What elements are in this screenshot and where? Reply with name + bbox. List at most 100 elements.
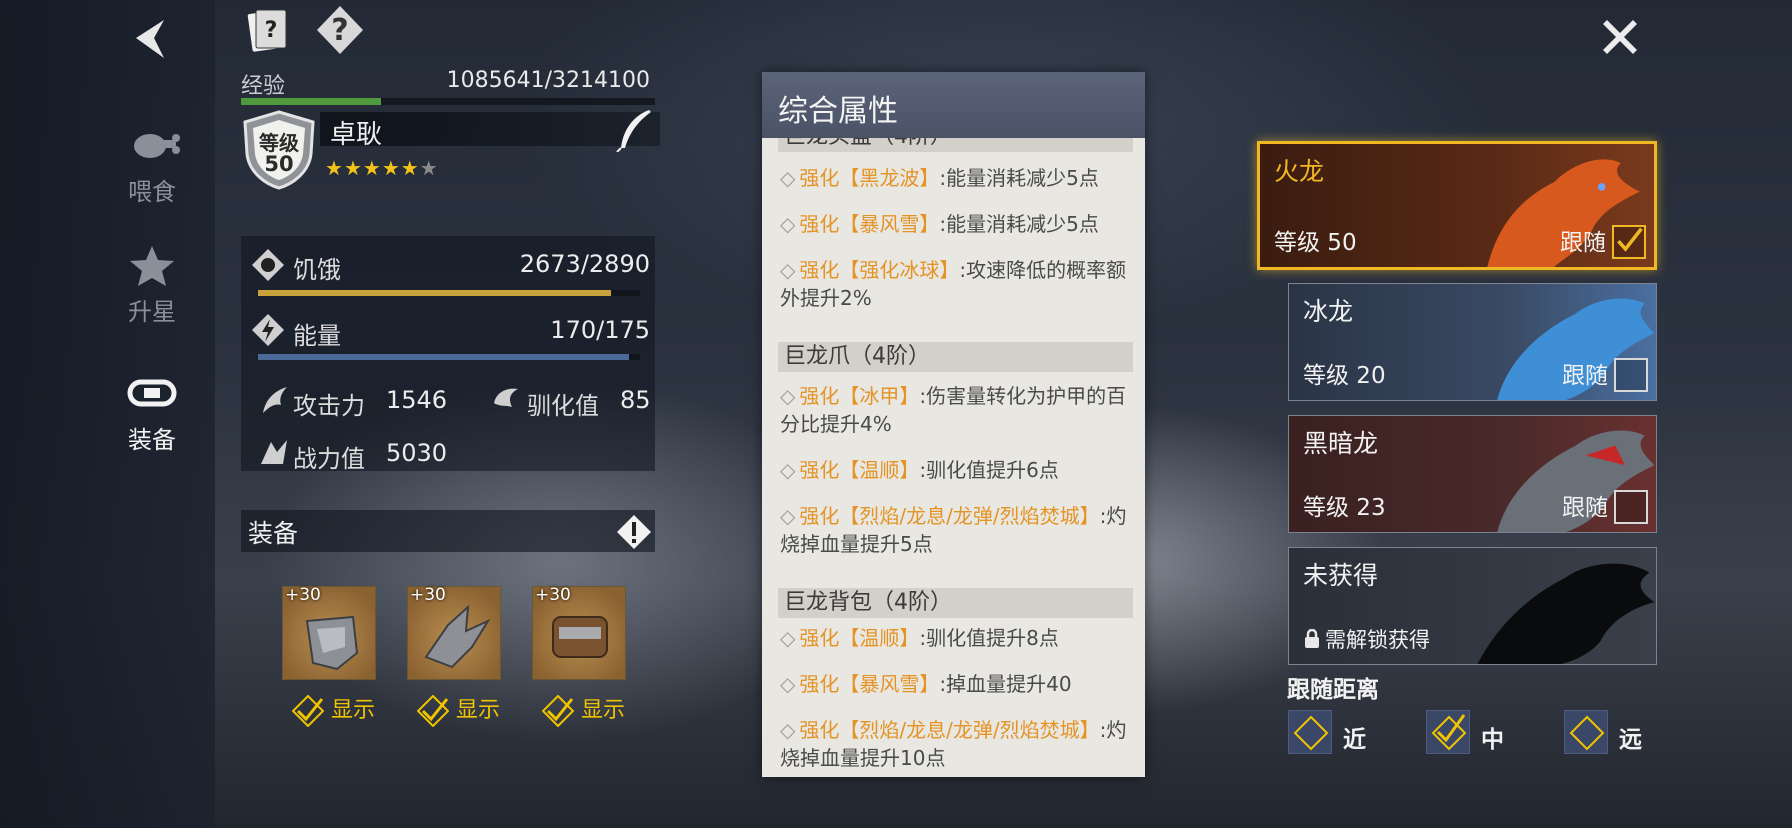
diamond-checkbox-icon: [1293, 715, 1329, 751]
exp-bar: [241, 98, 655, 105]
attack-value: 1546: [386, 386, 448, 414]
attr-entry: ◇ 强化【暴风雪】:掉血量提升40: [780, 672, 1072, 696]
distance-mid-label: 中: [1481, 727, 1504, 753]
follow-checkbox[interactable]: [1614, 490, 1648, 524]
close-icon[interactable]: [1597, 14, 1643, 60]
attr-entry: ◇ 强化【冰甲】:伤害量转化为护甲的百分比提升4%: [780, 384, 1127, 436]
level-badge: 等级 50: [241, 110, 317, 190]
attribute-panel-header: 综合属性: [762, 72, 1145, 138]
star-filled-icon: ★: [381, 156, 401, 180]
attr-entry: ◇ 强化【温顺】:驯化值提升8点: [780, 626, 1059, 650]
attr-entry: ◇ 强化【烈焰/龙息/龙弹/烈焰焚城】:灼烧掉血量提升10点: [780, 718, 1127, 770]
dragon-name: 冰龙: [1303, 297, 1354, 326]
exp-label: 经验: [241, 74, 286, 99]
section-header-helmet: 巨龙头盔（4阶）: [778, 138, 1133, 152]
attr-entry: ◇ 强化【黑龙波】:能量消耗减少5点: [780, 166, 1099, 190]
hunger-label: 饥饿: [293, 256, 341, 284]
energy-bar: [258, 354, 640, 360]
check-icon: [417, 695, 449, 727]
section-header-claw: 巨龙爪（4阶）: [778, 342, 1133, 372]
level-value: 50: [264, 152, 294, 176]
equip-plus: +30: [285, 585, 321, 605]
energy-label: 能量: [293, 322, 341, 350]
back-arrow-icon[interactable]: [130, 16, 170, 62]
dragon-card-locked[interactable]: 未获得 需解锁获得: [1288, 547, 1657, 665]
dragon-name: 卓耿: [330, 120, 383, 150]
equip-show-toggle-2[interactable]: 显示: [417, 692, 500, 727]
equip-plus: +30: [535, 585, 571, 605]
power-value: 5030: [386, 439, 448, 467]
nav-feed[interactable]: 喂食: [105, 124, 199, 207]
saddle-icon: [127, 379, 177, 407]
hunger-icon: [252, 249, 284, 281]
show-label: 显示: [331, 698, 376, 723]
dragon-name: 黑暗龙: [1303, 429, 1379, 458]
star-filled-icon: ★: [325, 156, 344, 180]
tame-label: 驯化值: [527, 392, 599, 420]
nav-equip[interactable]: 装备: [105, 372, 199, 455]
nav-star[interactable]: 升星: [105, 244, 199, 327]
follow-checkbox-checked[interactable]: [1612, 225, 1646, 259]
help-icon[interactable]: ?: [315, 4, 365, 56]
dragon-card-dark[interactable]: 黑暗龙 等级 23 跟随: [1288, 415, 1657, 533]
nav-feed-label: 喂食: [128, 178, 176, 206]
svg-text:?: ?: [331, 13, 348, 48]
energy-bar-fill: [258, 354, 629, 360]
star-filled-icon: ★: [362, 156, 382, 180]
dragon-name: 火龙: [1274, 157, 1325, 186]
dragon-card-ice[interactable]: 冰龙 等级 20 跟随: [1288, 283, 1657, 401]
meat-icon: [134, 134, 180, 158]
attr-entry: ◇ 强化【暴风雪】:能量消耗减少5点: [780, 212, 1099, 236]
distance-mid-button[interactable]: [1426, 710, 1470, 754]
follow-checkbox[interactable]: [1614, 358, 1648, 392]
show-label: 显示: [581, 698, 626, 723]
show-label: 显示: [456, 698, 501, 723]
attribute-list[interactable]: 巨龙头盔（4阶） ◇强化【黑龙波】:能量消耗减少5点 ◇强化【暴风雪】:能量消耗…: [762, 138, 1145, 777]
dragon-level: 等级 50: [1274, 230, 1357, 256]
equip-plus: +30: [410, 585, 446, 605]
attack-label: 攻击力: [293, 392, 365, 420]
hunger-bar: [258, 290, 640, 296]
distance-near-button[interactable]: [1288, 710, 1332, 754]
power-icon: [261, 440, 287, 464]
attr-entry: ◇ 强化【温顺】:驯化值提升6点: [780, 458, 1059, 482]
energy-icon: [252, 314, 284, 346]
tame-value: 85: [620, 386, 651, 414]
equip-header: [241, 510, 655, 552]
card-book-icon[interactable]: ?: [242, 4, 292, 56]
equip-slot-helmet[interactable]: +30: [282, 585, 376, 680]
svg-text:?: ?: [265, 18, 278, 43]
follow-label: 跟随: [1562, 363, 1608, 389]
follow-distance-title: 跟随距离: [1287, 677, 1379, 703]
power-label: 战力值: [293, 445, 365, 473]
check-icon: [292, 695, 324, 727]
hunger-bar-fill: [258, 290, 612, 296]
rename-feather-icon[interactable]: [615, 108, 655, 152]
equip-slot-bag[interactable]: +30: [532, 585, 626, 680]
lock-icon: [1305, 628, 1319, 648]
attribute-panel[interactable]: 综合属性 巨龙头盔（4阶） ◇强化【黑龙波】:能量消耗减少5点 ◇强化【暴风雪】…: [762, 72, 1145, 777]
diamond-checkbox-icon: [1569, 715, 1605, 751]
distance-far-button[interactable]: [1564, 710, 1608, 754]
dragon-name: 未获得: [1303, 561, 1379, 590]
locked-dragon-silhouette: [1477, 563, 1655, 664]
equip-slot-claw[interactable]: +30: [407, 585, 501, 680]
equip-show-toggle-1[interactable]: 显示: [292, 692, 375, 727]
section-header-bag: 巨龙背包（4阶）: [778, 588, 1133, 618]
dragon-card-fire[interactable]: 火龙 等级 50 跟随: [1257, 141, 1657, 270]
attack-icon: [263, 387, 287, 413]
tame-icon: [494, 388, 518, 407]
star-filled-icon: ★: [343, 156, 363, 180]
star-rating: ★★★★★★: [325, 156, 439, 180]
dragon-level: 等级 23: [1303, 495, 1386, 521]
attr-entry: ◇ 强化【烈焰/龙息/龙弹/烈焰焚城】:灼烧掉血量提升5点: [780, 504, 1127, 556]
nav-equip-label: 装备: [128, 426, 176, 454]
locked-text: 需解锁获得: [1303, 624, 1430, 654]
equip-show-toggle-3[interactable]: 显示: [542, 692, 625, 727]
energy-value: 170/175: [550, 316, 650, 344]
attr-entry: ◇ 强化【强化冰球】:攻速降低的概率额外提升2%: [780, 258, 1127, 310]
follow-label: 跟随: [1560, 230, 1606, 256]
star-filled-icon: ★: [400, 156, 420, 180]
warning-icon[interactable]: [616, 514, 652, 550]
nav-star-label: 升星: [128, 298, 176, 326]
